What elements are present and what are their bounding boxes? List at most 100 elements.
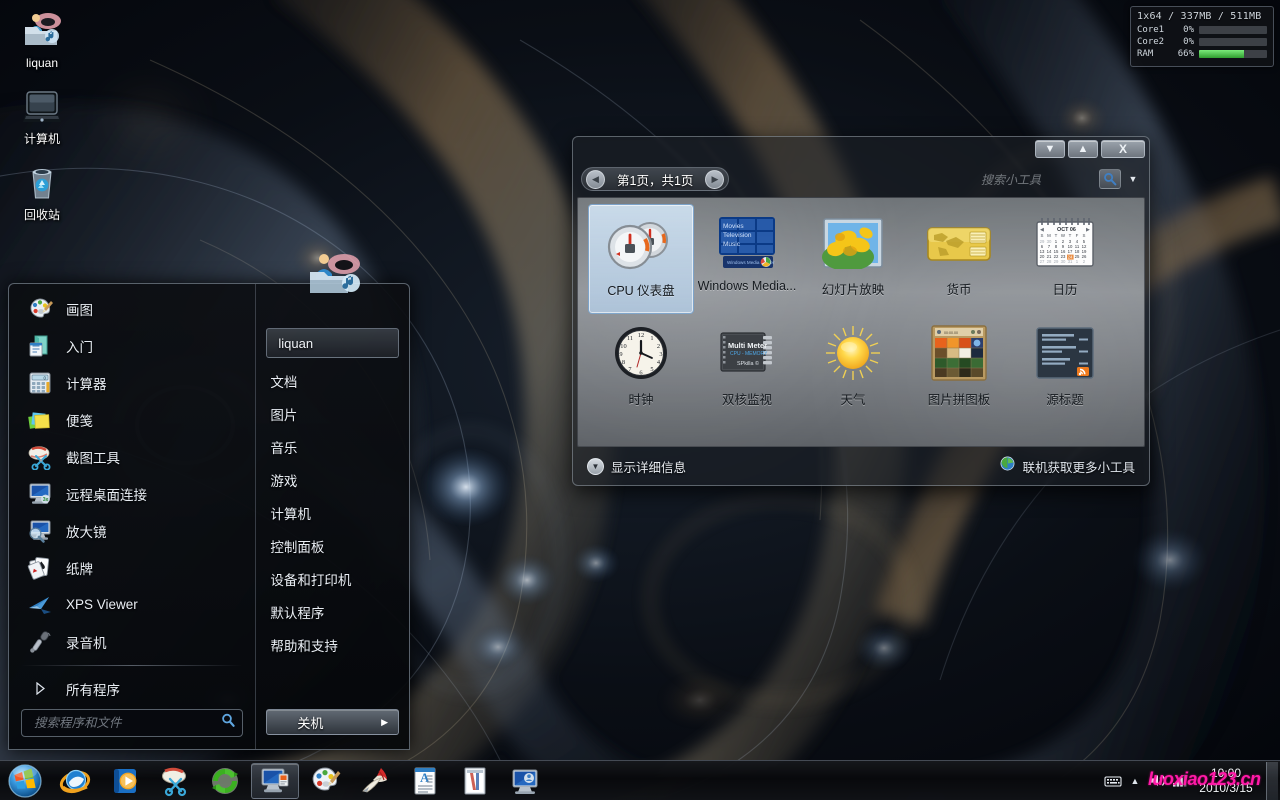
desktop-icon-liquan[interactable]: liquan bbox=[4, 8, 80, 70]
start-item-label: 入门 bbox=[66, 339, 93, 355]
close-button[interactable]: X bbox=[1101, 140, 1145, 158]
taskbar-snipping-tool[interactable] bbox=[151, 763, 199, 799]
svg-text:28: 28 bbox=[1047, 259, 1052, 264]
taskbar-gadget-gallery[interactable] bbox=[251, 762, 299, 799]
svg-text:M: M bbox=[1047, 233, 1051, 238]
network-icon[interactable] bbox=[1168, 773, 1190, 788]
sysmon-percent: 0% bbox=[1183, 37, 1194, 47]
start-item-calculator[interactable]: 0 计算器 bbox=[9, 364, 255, 401]
taskbar-internet-explorer[interactable] bbox=[51, 763, 99, 799]
start-item-xps-viewer[interactable]: XPS Viewer bbox=[9, 586, 255, 623]
gadget-item-picture-puzzle[interactable]: 00:00.00 图片拼图板 bbox=[906, 314, 1012, 424]
start-menu[interactable]: 画图 入门 0 计算器 便笺 截图工具 3x 远程桌面连接 放大镜 纸牌 XPS… bbox=[8, 283, 410, 750]
svg-text:OCT 06: OCT 06 bbox=[1057, 227, 1076, 233]
start-right-label: 文档 bbox=[270, 374, 298, 390]
get-more-gadgets-link[interactable]: 联机获取更多小工具 bbox=[1000, 456, 1135, 476]
sysmon-label: Core2 bbox=[1137, 37, 1165, 47]
show-details-label: 显示详细信息 bbox=[611, 460, 687, 475]
svg-text:F: F bbox=[1076, 233, 1079, 238]
prev-page-button[interactable]: ◀ bbox=[586, 169, 605, 189]
start-item-remote-desktop[interactable]: 3x 远程桌面连接 bbox=[9, 475, 255, 512]
solitaire-icon bbox=[25, 553, 55, 583]
desktop-icon-label: 回收站 bbox=[23, 208, 60, 222]
gadget-gallery-window[interactable]: ▼ ▲ X ◀ 第1页，共1页 ▶ 搜索小工具 ▼ CPU 仪表盘 Movies… bbox=[572, 136, 1150, 486]
show-details-button[interactable]: ▼ 显示详细信息 bbox=[587, 457, 686, 476]
start-right-item-music[interactable]: 音乐 bbox=[256, 430, 409, 463]
taskbar[interactable]: A ▲ 10:00 2010/3/15 bbox=[0, 760, 1280, 800]
sysmon-row-core1: Core1 0% bbox=[1137, 25, 1267, 35]
gadget-item-currency[interactable]: 货币 bbox=[906, 204, 1012, 314]
gadget-item-cpu-meter[interactable]: CPU 仪表盘 bbox=[588, 204, 694, 314]
start-right-item-computer[interactable]: 计算机 bbox=[256, 496, 409, 529]
start-item-solitaire[interactable]: 纸牌 bbox=[9, 549, 255, 586]
search-input[interactable] bbox=[34, 716, 222, 730]
desktop-icon-recycle-bin[interactable]: 回收站 bbox=[4, 160, 80, 222]
gadget-item-media-center[interactable]: Movies Television Music Windows Media Ce… bbox=[694, 204, 800, 314]
system-monitor-gadget[interactable]: 1x64 / 337MB / 511MB Core1 0% Core2 0% R… bbox=[1130, 6, 1274, 67]
show-desktop-button[interactable] bbox=[1266, 761, 1278, 800]
start-item-paint[interactable]: 画图 bbox=[9, 290, 255, 327]
shutdown-button[interactable]: 关机 ▶ bbox=[266, 709, 399, 735]
sysmon-bar bbox=[1199, 50, 1267, 58]
sysmon-row-ram: RAM 66% bbox=[1137, 49, 1267, 59]
start-right-label: 图片 bbox=[270, 407, 298, 423]
start-item-snipping-tool[interactable]: 截图工具 bbox=[9, 438, 255, 475]
gadget-item-slideshow[interactable]: 幻灯片放映 bbox=[800, 204, 906, 314]
taskbar-paint[interactable] bbox=[301, 763, 349, 799]
taskbar-sync-center[interactable] bbox=[201, 763, 249, 799]
start-item-label: 计算器 bbox=[66, 376, 107, 392]
start-item-label: 录音机 bbox=[66, 635, 107, 651]
svg-text:Movies: Movies bbox=[723, 223, 744, 230]
start-item-magnifier[interactable]: 放大镜 bbox=[9, 512, 255, 549]
start-right-item-documents[interactable]: 文档 bbox=[256, 364, 409, 397]
speaker-icon[interactable] bbox=[1146, 773, 1168, 788]
start-item-sticky-notes[interactable]: 便笺 bbox=[9, 401, 255, 438]
gadget-item-multimeter[interactable]: Multi Meter CPU - MEMORY SPkilla © 双核监视 bbox=[694, 314, 800, 424]
user-name-box[interactable]: liquan bbox=[266, 328, 399, 358]
all-programs-button[interactable]: 所有程序 bbox=[9, 670, 255, 707]
gallery-titlebar[interactable]: ▼ ▲ X bbox=[573, 137, 1149, 161]
taskbar-ink-writer[interactable] bbox=[351, 763, 399, 799]
show-hidden-icons-button[interactable]: ▲ bbox=[1124, 776, 1146, 786]
taskbar-windows-media-player[interactable] bbox=[101, 763, 149, 799]
keyboard-icon[interactable] bbox=[1102, 774, 1124, 788]
desktop-icon-computer[interactable]: 计算机 bbox=[4, 84, 80, 146]
gadget-item-clock[interactable]: 12 1 2 345 678 9 10 11 时钟 bbox=[588, 314, 694, 424]
page-up-button[interactable]: ▲ bbox=[1068, 140, 1098, 158]
chevron-right-icon[interactable]: ▶ bbox=[381, 717, 388, 728]
svg-text:12: 12 bbox=[638, 332, 644, 339]
start-menu-user-avatar[interactable] bbox=[304, 250, 370, 298]
page-down-button[interactable]: ▼ bbox=[1035, 140, 1065, 158]
sticky-notes-icon bbox=[25, 405, 55, 435]
start-item-sound-recorder[interactable]: 录音机 bbox=[9, 623, 255, 660]
taskbar-clock[interactable]: 10:00 2010/3/15 bbox=[1190, 766, 1262, 796]
chevron-down-icon[interactable]: ▼ bbox=[1125, 169, 1141, 189]
gadget-item-calendar[interactable]: OCT 06 ◀ ▶ SMTWTFS 29 30 1 2 3 4 5 6 7 8 9 10 11 12 … bbox=[1012, 204, 1118, 314]
start-right-item-default-programs[interactable]: 默认程序 bbox=[256, 595, 409, 628]
start-right-item-help-support[interactable]: 帮助和支持 bbox=[256, 628, 409, 661]
start-item-getting-started[interactable]: 入门 bbox=[9, 327, 255, 364]
start-item-label: 截图工具 bbox=[66, 450, 120, 466]
svg-text:30: 30 bbox=[1061, 259, 1066, 264]
gadget-item-weather[interactable]: 天气 bbox=[800, 314, 906, 424]
search-icon[interactable] bbox=[221, 713, 236, 733]
taskbar-remote-desktop[interactable] bbox=[501, 763, 549, 799]
next-page-button[interactable]: ▶ bbox=[705, 169, 725, 189]
start-search-box[interactable] bbox=[21, 709, 244, 737]
gadget-item-feed-headlines[interactable]: 源标题 bbox=[1012, 314, 1118, 424]
svg-text:31: 31 bbox=[1068, 259, 1073, 264]
clock-time: 10:00 bbox=[1210, 765, 1242, 780]
search-icon[interactable] bbox=[1099, 169, 1121, 189]
taskbar-wordpad[interactable]: A bbox=[401, 763, 449, 799]
start-right-item-control-panel[interactable]: 控制面板 bbox=[256, 529, 409, 562]
svg-text:1: 1 bbox=[650, 335, 653, 342]
search-input[interactable]: 搜索小工具 bbox=[981, 171, 1041, 188]
start-right-item-games[interactable]: 游戏 bbox=[256, 463, 409, 496]
feed-headlines-art bbox=[1035, 322, 1095, 384]
taskbar-document[interactable] bbox=[451, 763, 499, 799]
start-right-item-devices-printers[interactable]: 设备和打印机 bbox=[256, 562, 409, 595]
start-orb-button[interactable] bbox=[0, 761, 50, 800]
calculator-icon: 0 bbox=[25, 368, 55, 398]
svg-text:29: 29 bbox=[1054, 259, 1059, 264]
start-right-item-pictures[interactable]: 图片 bbox=[256, 397, 409, 430]
